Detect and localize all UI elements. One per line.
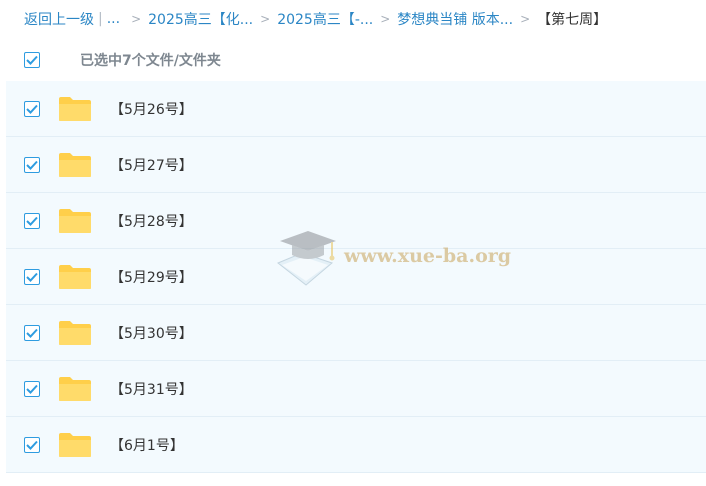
file-row[interactable]: 【6月1号】 [6, 417, 706, 473]
watermark-text: www.xue-ba.org [344, 245, 512, 267]
folder-icon [58, 376, 92, 406]
file-row[interactable]: 【5月26号】 [6, 81, 706, 137]
breadcrumb-current: 【第七周】 [537, 12, 608, 28]
checkmark-icon [26, 440, 38, 450]
file-checkbox[interactable] [24, 381, 40, 397]
folder-icon [58, 320, 92, 350]
file-checkbox[interactable] [24, 157, 40, 173]
checkmark-icon [26, 55, 38, 65]
file-checkbox[interactable] [24, 437, 40, 453]
file-row[interactable]: 【5月27号】 [6, 137, 706, 193]
file-checkbox[interactable] [24, 269, 40, 285]
checkmark-icon [26, 328, 38, 338]
file-row[interactable]: 【5月30号】 [6, 305, 706, 361]
file-checkbox[interactable] [24, 101, 40, 117]
file-name[interactable]: 【6月1号】 [110, 435, 184, 455]
select-all-checkbox[interactable] [24, 52, 40, 68]
checkmark-icon [26, 104, 38, 114]
back-link[interactable]: 返回上一级 [24, 9, 94, 29]
file-name[interactable]: 【5月26号】 [110, 99, 193, 119]
folder-icon [58, 432, 92, 462]
folder-icon [58, 208, 92, 238]
graduation-cap-icon [277, 231, 336, 286]
breadcrumb-divider: | [98, 11, 103, 27]
file-name[interactable]: 【5月27号】 [110, 155, 193, 175]
chevron-right-icon: > [260, 12, 271, 26]
folder-icon [58, 152, 92, 182]
chevron-right-icon: > [131, 12, 142, 26]
checkmark-icon [26, 160, 38, 170]
breadcrumb: 返回上一级 | ... > 2025高三【化... > 2025高三【-... … [24, 8, 607, 30]
folder-icon [58, 96, 92, 126]
breadcrumb-item[interactable]: 2025高三【化... [148, 9, 253, 29]
file-checkbox[interactable] [24, 325, 40, 341]
breadcrumb-item[interactable]: 2025高三【-... [277, 9, 373, 29]
file-name[interactable]: 【5月31号】 [110, 379, 193, 399]
folder-icon [58, 264, 92, 294]
file-browser: 返回上一级 | ... > 2025高三【化... > 2025高三【-... … [0, 0, 706, 486]
file-name[interactable]: 【5月28号】 [110, 211, 193, 231]
file-name[interactable]: 【5月30号】 [110, 323, 193, 343]
watermark: www.xue-ba.org [272, 227, 512, 291]
checkmark-icon [26, 216, 38, 226]
select-all-bar: 已选中7个文件/文件夹 [24, 48, 221, 72]
file-checkbox[interactable] [24, 213, 40, 229]
breadcrumb-ellipsis[interactable]: ... [107, 11, 120, 27]
chevron-right-icon: > [380, 12, 391, 26]
file-name[interactable]: 【5月29号】 [110, 267, 193, 287]
checkmark-icon [26, 272, 38, 282]
selection-count: 已选中7个文件/文件夹 [80, 53, 221, 69]
file-row[interactable]: 【5月31号】 [6, 361, 706, 417]
breadcrumb-item[interactable]: 梦想典当铺 版本... [397, 9, 513, 29]
chevron-right-icon: > [520, 12, 531, 26]
checkmark-icon [26, 384, 38, 394]
